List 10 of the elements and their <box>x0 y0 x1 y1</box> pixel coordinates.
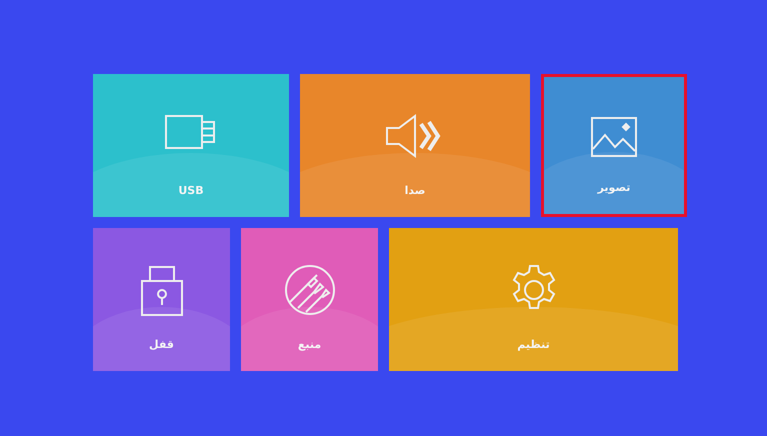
menu-tile[interactable]: قفل <box>93 228 230 371</box>
menu-tile[interactable]: تصویر <box>541 74 687 217</box>
menu-tile[interactable]: صدا <box>300 74 530 217</box>
cables-icon <box>284 264 336 316</box>
menu-tile[interactable]: تنظیم <box>389 228 678 371</box>
menu-tile[interactable]: منبع <box>241 228 378 371</box>
usb-drive-icon <box>165 114 217 150</box>
padlock-icon <box>140 266 184 316</box>
picture-icon <box>591 117 637 157</box>
menu-tile[interactable]: USB <box>93 74 289 217</box>
